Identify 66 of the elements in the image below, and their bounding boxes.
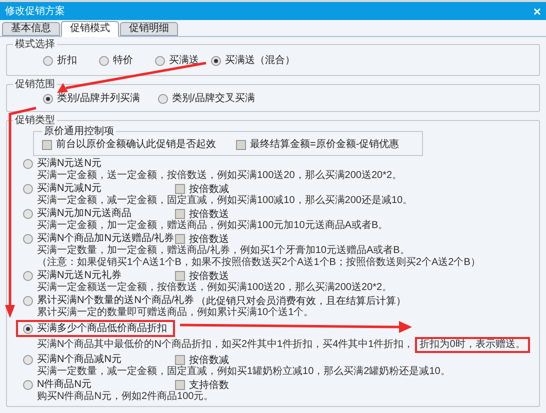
group-label: 原价通用控制项 xyxy=(43,126,115,137)
radio-button[interactable] xyxy=(23,271,33,281)
option-label: N件商品N元 xyxy=(37,379,92,390)
option-label: 买满N元送N元礼券 xyxy=(37,270,122,282)
option-description: 买满一定金额，加一定金额，赠送商品，例如买满100元加10元送商品A或者B。 xyxy=(37,220,388,232)
option-description: 买满一定金额，送一定金额，按倍数送，例如买满100送20，那么买满200送20*2。 xyxy=(37,170,402,182)
radio-button[interactable] xyxy=(23,184,33,194)
option-label: 买满多少个商品低价商品折扣 xyxy=(37,322,167,334)
option-description: （注意：如果促销买1个A送1个B，如果不按照倍数送买2个A送1个B；按照倍数送则买2个A送2个B） xyxy=(37,257,480,269)
checkbox-label: 最终结算金额=原价金额-促销优惠 xyxy=(250,138,400,152)
radio-button[interactable] xyxy=(155,56,165,66)
option-label: 买满N元减N元 xyxy=(37,183,102,194)
checkbox-label: 按倍数减 xyxy=(189,182,229,194)
radio-button[interactable] xyxy=(23,209,33,219)
option-label: 类别/品牌交叉买满 xyxy=(172,92,255,106)
option-description: 买满一定金额送一定金额，按倍数送，例如买满100送20，那么买满200送20*2。 xyxy=(37,282,392,294)
group-label: 模式选择 xyxy=(14,39,56,50)
option-description: 买满N个商品其中最低价的N个商品折扣，如买2件其中1件折扣，买4件其中1件折扣， xyxy=(37,339,414,351)
radio-button[interactable] xyxy=(99,56,109,66)
checkbox-label: 支持倍数 xyxy=(189,378,229,391)
checkbox-label: 按倍数送 xyxy=(189,232,229,244)
option-description: 买满一定数量，减一定金额，固定直减，例如买1罐奶粉立减10，那么买满2罐奶粉还是减10。 xyxy=(37,366,450,378)
tab[interactable]: 促销明细 xyxy=(120,22,178,36)
tab[interactable]: 促销模式 xyxy=(61,21,119,37)
checkbox[interactable] xyxy=(175,234,185,244)
checkbox-label: 前台以原价金额确认此促销是否起效 xyxy=(56,138,216,152)
option-label: 买满送 xyxy=(169,54,199,68)
radio-button[interactable] xyxy=(23,380,33,390)
group-label: 促销类型 xyxy=(14,115,56,126)
radio-button[interactable] xyxy=(23,296,33,306)
option-note: （此促销只对会员消费有效，且在结算后计算） xyxy=(196,294,406,306)
checkbox[interactable] xyxy=(175,380,185,390)
checkbox[interactable] xyxy=(175,209,185,219)
option-description: 折扣为0时，表示赠送。 xyxy=(420,339,526,351)
checkbox[interactable] xyxy=(175,355,185,365)
radio-button[interactable] xyxy=(23,355,33,365)
tab[interactable]: 基本信息 xyxy=(2,22,60,36)
option-label: 买满送（混合） xyxy=(225,54,295,68)
option-label: 买满N个商品减N元 xyxy=(37,354,122,366)
checkbox-label: 按倍数减 xyxy=(189,354,229,366)
checkbox-label: 按倍数送 xyxy=(189,208,229,220)
group-label: 促销范围 xyxy=(14,79,56,90)
radio-button[interactable] xyxy=(43,94,53,104)
option-description: 买满一定数量，加一定金额，赠送商品/礼券，例如买1个牙膏加10元送赠品A或者B。 xyxy=(37,245,410,256)
radio-button[interactable] xyxy=(23,324,33,334)
radio-button[interactable] xyxy=(43,56,53,66)
option-label: 特价 xyxy=(113,54,133,68)
window-title: 修改促销方案 xyxy=(5,4,65,18)
radio-button[interactable] xyxy=(158,94,168,104)
radio-button[interactable] xyxy=(211,56,221,66)
option-description: 购买N件商品N元，例如2件商品100元。 xyxy=(37,391,214,403)
option-label: 折扣 xyxy=(57,54,77,68)
radio-button[interactable] xyxy=(23,159,33,169)
checkbox[interactable] xyxy=(42,140,52,150)
checkbox-label: 按倍数送 xyxy=(189,270,229,282)
option-label: 买满N元送N元 xyxy=(37,158,102,170)
option-label: 买满N元加N元送商品 xyxy=(37,208,132,220)
checkbox[interactable] xyxy=(236,140,246,150)
option-label: 买满N个商品加N元送赠品/礼券 xyxy=(37,233,174,244)
checkbox[interactable] xyxy=(175,271,185,281)
option-label: 类别/品牌并列买满 xyxy=(57,92,140,106)
checkbox[interactable] xyxy=(175,184,185,194)
option-description: 买满一定金额，减一定金额，固定直减，例如买满100减10，那么买满200还是减10。 xyxy=(37,195,413,207)
option-label: 累计买满N个数量的送N个商品/礼券 xyxy=(37,295,194,306)
option-description: 累计买满一定的数量即可赠送商品，例如累计买满10个送1个。 xyxy=(37,307,314,319)
radio-button[interactable] xyxy=(23,234,33,244)
